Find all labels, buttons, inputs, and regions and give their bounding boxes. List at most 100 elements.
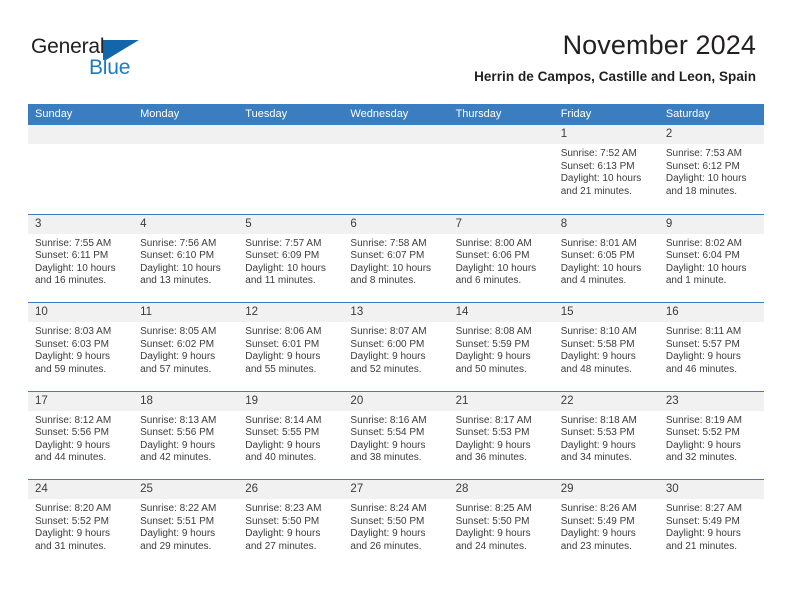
daylight-text: and 4 minutes. — [560, 275, 627, 287]
sunset-text: Sunset: 5:59 PM — [455, 338, 530, 350]
sunset-text: Sunset: 6:12 PM — [665, 160, 740, 172]
daylight-text: and 55 minutes. — [245, 363, 317, 375]
daylight-text: Daylight: 9 hours — [560, 528, 636, 540]
daylight-text: Daylight: 9 hours — [35, 439, 111, 451]
day-details — [343, 144, 448, 148]
day-details: Sunrise: 8:11 AM Sunset: 5:57 PM Daylight:… — [659, 322, 764, 376]
day-details: Sunrise: 8:12 AM Sunset: 5:56 PM Daylight:… — [28, 411, 133, 465]
daylight-text: and 34 minutes. — [560, 452, 632, 464]
daylight-text: Daylight: 9 hours — [140, 528, 216, 540]
sunset-text: Sunset: 5:50 PM — [350, 515, 425, 527]
calendar-day-cell[interactable]: 20 Sunrise: 8:16 AM Sunset: 5:54 PM Dayligh… — [343, 391, 449, 479]
weekday-header-friday: Friday — [560, 108, 592, 120]
calendar-day-cell[interactable]: 29 Sunrise: 8:26 AM Sunset: 5:49 PM Dayligh… — [553, 480, 659, 568]
calendar-day-cell[interactable]: 28 Sunrise: 8:25 AM Sunset: 5:50 PM Dayligh… — [448, 480, 554, 568]
general-blue-logo[interactable]: General Blue — [31, 36, 161, 84]
calendar-day-cell[interactable]: 14 Sunrise: 8:08 AM Sunset: 5:59 PM Dayligh… — [448, 303, 554, 391]
sunrise-text: Sunrise: 8:08 AM — [455, 326, 532, 337]
daylight-text: Daylight: 9 hours — [350, 439, 426, 451]
day-number: 23 — [658, 391, 764, 411]
calendar-day-cell[interactable]: 23 Sunrise: 8:19 AM Sunset: 5:52 PM Dayligh… — [658, 391, 764, 479]
weekday-header-sunday: Sunday — [35, 108, 73, 120]
day-number: 12 — [238, 303, 344, 322]
weeks-container: 1 Sunrise: 7:52 AM Sunset: 6:13 PM Daylight… — [28, 125, 764, 568]
daylight-text: and 6 minutes. — [455, 275, 522, 287]
daylight-text: and 1 minute. — [665, 275, 727, 287]
daylight-text: and 48 minutes. — [560, 363, 632, 375]
calendar-day-cell[interactable]: 2 Sunrise: 7:53 AM Sunset: 6:12 PM Daylight… — [658, 125, 764, 214]
calendar-day-cell[interactable]: 13 Sunrise: 8:07 AM Sunset: 6:00 PM Dayligh… — [343, 303, 449, 391]
calendar-day-cell[interactable]: 4 Sunrise: 7:56 AM Sunset: 6:10 PM Daylight… — [133, 214, 239, 302]
daylight-text: and 46 minutes. — [665, 363, 738, 375]
calendar-day-cell[interactable]: 27 Sunrise: 8:24 AM Sunset: 5:50 PM Dayligh… — [343, 480, 449, 568]
calendar-day-cell[interactable]: 10 Sunrise: 8:03 AM Sunset: 6:03 PM Dayligh… — [28, 303, 134, 391]
daylight-text: and 50 minutes. — [455, 363, 527, 375]
calendar-day-cell[interactable]: 18 Sunrise: 8:13 AM Sunset: 5:56 PM Dayligh… — [133, 391, 239, 479]
calendar-day-cell[interactable]: 5 Sunrise: 7:57 AM Sunset: 6:09 PM Daylight… — [238, 214, 344, 302]
sunset-text: Sunset: 5:55 PM — [245, 427, 320, 439]
sunrise-text: Sunrise: 8:25 AM — [455, 503, 532, 514]
sunrise-text: Sunrise: 8:26 AM — [560, 503, 637, 514]
daylight-text: Daylight: 9 hours — [455, 528, 531, 540]
sunset-text: Sunset: 6:09 PM — [245, 250, 320, 262]
calendar-day-cell[interactable]: 6 Sunrise: 7:58 AM Sunset: 6:07 PM Daylight… — [343, 214, 449, 302]
calendar-grid: Sunday Monday Tuesday Wednesday Thursday… — [28, 104, 764, 568]
calendar-day-cell[interactable]: 3 Sunrise: 7:55 AM Sunset: 6:11 PM Daylight… — [28, 214, 134, 302]
calendar-day-cell[interactable]: 24 Sunrise: 8:20 AM Sunset: 5:52 PM Dayligh… — [28, 480, 134, 568]
calendar-day-cell[interactable]: 1 Sunrise: 7:52 AM Sunset: 6:13 PM Daylight… — [553, 125, 659, 214]
day-number: 21 — [448, 391, 554, 411]
sunset-text: Sunset: 5:51 PM — [140, 515, 215, 527]
calendar-day-cell[interactable]: 25 Sunrise: 8:22 AM Sunset: 5:51 PM Dayligh… — [133, 480, 239, 568]
daylight-text: Daylight: 9 hours — [35, 351, 111, 363]
calendar-day-cell[interactable]: 9 Sunrise: 8:02 AM Sunset: 6:04 PM Daylight… — [658, 214, 764, 302]
daylight-text: Daylight: 9 hours — [455, 439, 531, 451]
sunset-text: Sunset: 6:02 PM — [140, 338, 215, 350]
calendar-day-cell[interactable]: 11 Sunrise: 8:05 AM Sunset: 6:02 PM Dayligh… — [133, 303, 239, 391]
calendar-day-cell[interactable]: 12 Sunrise: 8:06 AM Sunset: 6:01 PM Dayligh… — [238, 303, 344, 391]
day-details: Sunrise: 8:13 AM Sunset: 5:56 PM Daylight:… — [133, 411, 238, 465]
sunrise-text: Sunrise: 8:20 AM — [35, 503, 112, 514]
sunrise-text: Sunrise: 8:14 AM — [245, 414, 322, 426]
calendar-day-cell[interactable]: 17 Sunrise: 8:12 AM Sunset: 5:56 PM Dayligh… — [28, 391, 134, 479]
daylight-text: and 31 minutes. — [35, 540, 107, 552]
sunset-text: Sunset: 5:50 PM — [245, 515, 320, 527]
calendar-day-cell[interactable]: 26 Sunrise: 8:23 AM Sunset: 5:50 PM Dayligh… — [238, 480, 344, 568]
sunset-text: Sunset: 5:50 PM — [455, 515, 530, 527]
day-number: 1 — [553, 125, 659, 144]
calendar-page: General Blue November 2024 Herrin de Cam… — [0, 0, 792, 612]
day-details: Sunrise: 7:52 AM Sunset: 6:13 PM Daylight:… — [554, 144, 659, 198]
day-number: 15 — [553, 303, 659, 322]
calendar-day-cell[interactable]: 21 Sunrise: 8:17 AM Sunset: 5:53 PM Dayligh… — [448, 391, 554, 479]
sunset-text: Sunset: 6:13 PM — [560, 160, 635, 172]
sunset-text: Sunset: 6:11 PM — [35, 250, 109, 262]
daylight-text: and 42 minutes. — [140, 452, 212, 464]
sunset-text: Sunset: 6:03 PM — [35, 338, 109, 350]
weekday-header-saturday: Saturday — [665, 108, 710, 120]
day-details: Sunrise: 8:24 AM Sunset: 5:50 PM Daylight:… — [343, 499, 448, 553]
daylight-text: and 21 minutes. — [560, 185, 632, 197]
calendar-day-cell[interactable]: 19 Sunrise: 8:14 AM Sunset: 5:55 PM Dayligh… — [238, 391, 344, 479]
calendar-day-cell[interactable]: 8 Sunrise: 8:01 AM Sunset: 6:05 PM Daylight… — [553, 214, 659, 302]
calendar-day-cell[interactable]: 22 Sunrise: 8:18 AM Sunset: 5:53 PM Dayligh… — [553, 391, 659, 479]
calendar-day-cell-empty — [343, 125, 449, 214]
calendar-day-cell[interactable]: 30 Sunrise: 8:27 AM Sunset: 5:49 PM Dayligh… — [658, 480, 764, 568]
day-number: 3 — [28, 214, 134, 234]
day-details: Sunrise: 8:17 AM Sunset: 5:53 PM Daylight:… — [449, 411, 554, 465]
weekday-header-wednesday: Wednesday — [350, 108, 409, 120]
day-details: Sunrise: 8:01 AM Sunset: 6:05 PM Daylight:… — [554, 234, 659, 288]
daylight-text: Daylight: 10 hours — [35, 262, 116, 274]
day-number: 30 — [658, 480, 764, 499]
daylight-text: Daylight: 10 hours — [560, 262, 642, 274]
calendar-day-cell[interactable]: 15 Sunrise: 8:10 AM Sunset: 5:58 PM Dayligh… — [553, 303, 659, 391]
calendar-week-row: 3 Sunrise: 7:55 AM Sunset: 6:11 PM Daylight… — [28, 213, 764, 302]
page-subtitle: Herrin de Campos, Castille and Leon, Spa… — [474, 69, 756, 85]
sunrise-text: Sunrise: 8:13 AM — [140, 414, 217, 426]
title-block: November 2024 Herrin de Campos, Castille… — [474, 30, 756, 85]
day-number: 4 — [133, 214, 239, 234]
calendar-day-cell[interactable]: 7 Sunrise: 8:00 AM Sunset: 6:06 PM Daylight… — [448, 214, 554, 302]
daylight-text: and 52 minutes. — [350, 363, 422, 375]
sunrise-text: Sunrise: 8:12 AM — [35, 414, 112, 426]
daylight-text: and 32 minutes. — [665, 452, 738, 464]
calendar-day-cell[interactable]: 16 Sunrise: 8:11 AM Sunset: 5:57 PM Dayligh… — [658, 303, 764, 391]
calendar-week-row: 1 Sunrise: 7:52 AM Sunset: 6:13 PM Daylight… — [28, 125, 764, 214]
